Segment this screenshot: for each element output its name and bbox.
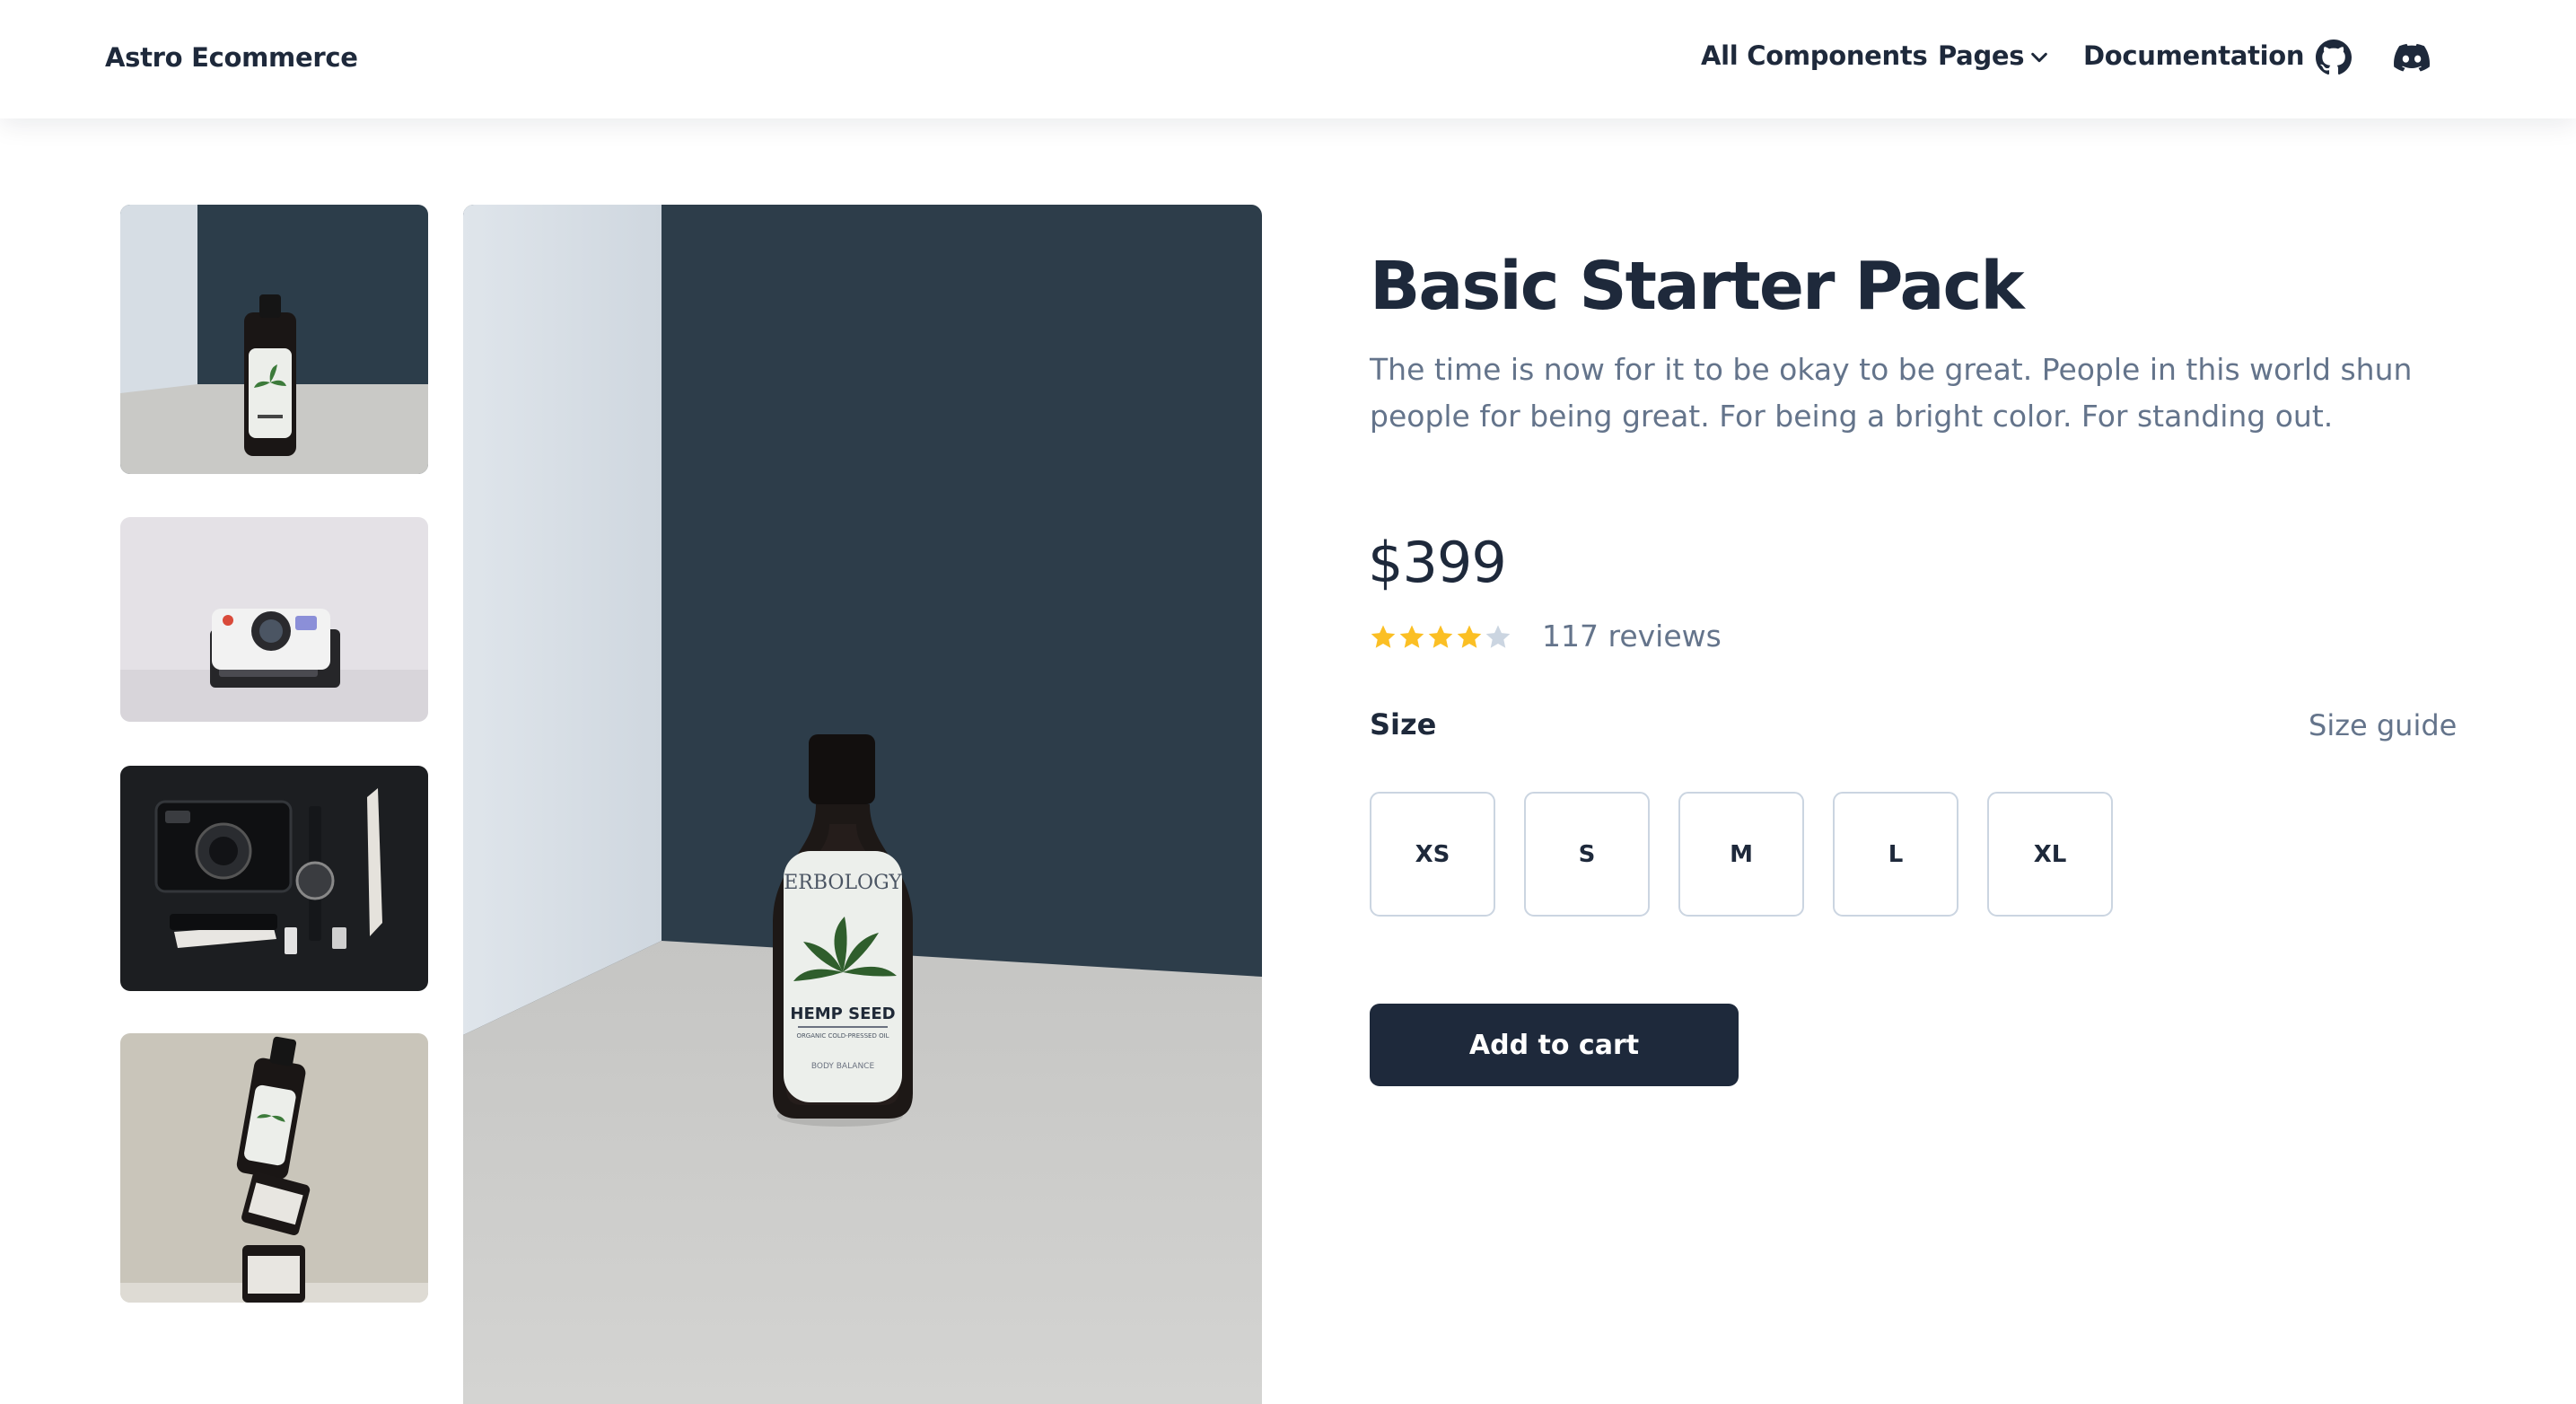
reviews-link[interactable]: 117 reviews bbox=[1542, 619, 1722, 654]
product-title: Basic Starter Pack bbox=[1370, 248, 2025, 325]
thumbnail-camera-flatlay[interactable] bbox=[120, 766, 428, 991]
nav-all-components[interactable]: All Components bbox=[1701, 40, 1928, 71]
size-option-l[interactable]: L bbox=[1833, 792, 1958, 917]
thumbnail-image bbox=[120, 517, 428, 722]
size-label: Size bbox=[1370, 707, 1437, 741]
thumbnail-image bbox=[120, 766, 428, 991]
star-filled-icon bbox=[1428, 625, 1453, 648]
product-price: $399 bbox=[1368, 530, 1507, 595]
chevron-down-icon bbox=[2031, 52, 2048, 63]
rating-stars bbox=[1371, 625, 1511, 648]
github-icon[interactable] bbox=[2316, 39, 2352, 75]
size-option-m[interactable]: M bbox=[1678, 792, 1804, 917]
thumbnail-image bbox=[120, 1033, 428, 1303]
brand-logo[interactable]: Astro Ecommerce bbox=[105, 42, 358, 73]
main-product-image: ERBOLOGY HEMP SEED ORGANIC COLD-PRESSED … bbox=[463, 205, 1262, 1404]
bottle-product-text: HEMP SEED bbox=[790, 1005, 895, 1023]
nav-documentation[interactable]: Documentation bbox=[2083, 40, 2305, 71]
add-to-cart-button[interactable]: Add to cart bbox=[1370, 1004, 1739, 1086]
size-guide-link[interactable]: Size guide bbox=[2309, 708, 2457, 742]
bottle-brand-text: ERBOLOGY bbox=[784, 872, 902, 894]
navbar: Astro Ecommerce All Components Pages Doc… bbox=[0, 0, 2576, 118]
size-option-xs[interactable]: XS bbox=[1370, 792, 1495, 917]
star-filled-icon bbox=[1457, 625, 1482, 648]
thumbnail-instant-camera[interactable] bbox=[120, 517, 428, 722]
product-description: The time is now for it to be okay to be … bbox=[1370, 352, 2413, 434]
main-photo-svg: ERBOLOGY HEMP SEED ORGANIC COLD-PRESSED … bbox=[463, 205, 1262, 1404]
bottle-sub-text: ORGANIC COLD-PRESSED OIL bbox=[796, 1032, 889, 1040]
size-option-xl[interactable]: XL bbox=[1987, 792, 2113, 917]
thumbnail-hemp-seed-bottle[interactable] bbox=[120, 205, 428, 474]
size-option-s[interactable]: S bbox=[1524, 792, 1650, 917]
thumbnail-image bbox=[120, 205, 428, 474]
thumbnail-stacked-jars[interactable] bbox=[120, 1033, 428, 1303]
discord-icon[interactable] bbox=[2391, 39, 2432, 75]
nav-pages-label: Pages bbox=[1938, 40, 2025, 71]
nav-pages-dropdown[interactable]: Pages bbox=[1938, 40, 2049, 71]
bottle-body-text: BODY BALANCE bbox=[811, 1062, 875, 1071]
star-filled-icon bbox=[1399, 625, 1424, 648]
star-empty-icon bbox=[1485, 625, 1511, 648]
star-filled-icon bbox=[1371, 625, 1396, 648]
